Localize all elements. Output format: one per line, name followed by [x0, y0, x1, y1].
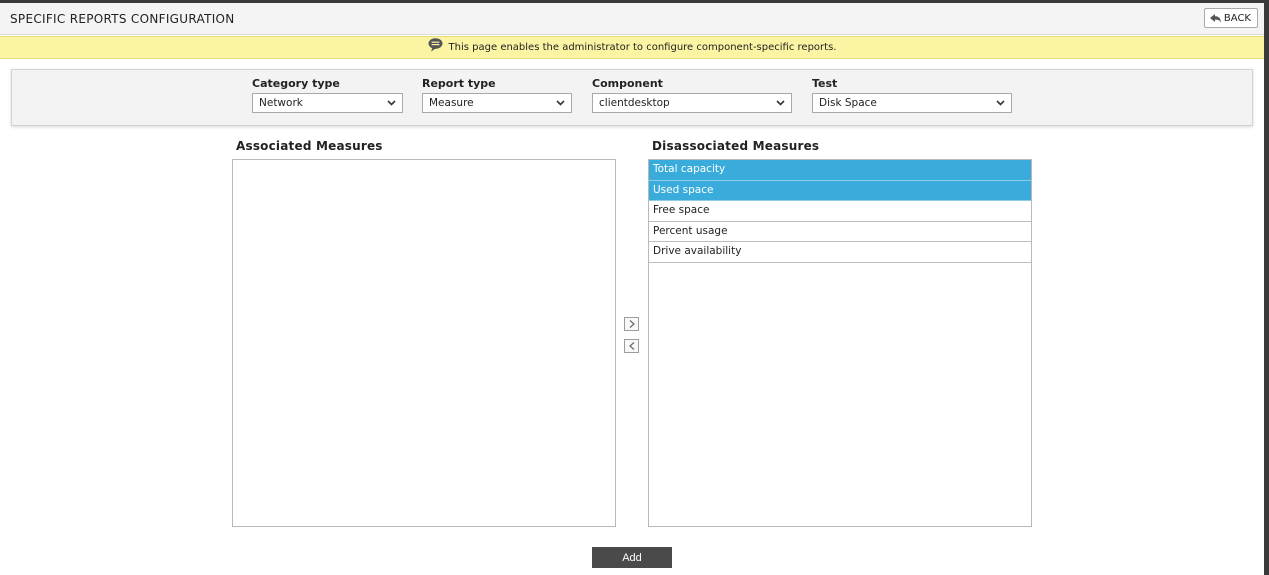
list-item[interactable]: Free space [649, 201, 1031, 222]
category-type-select[interactable]: Network [252, 93, 403, 113]
move-right-button[interactable] [624, 317, 639, 331]
list-item[interactable]: Percent usage [649, 222, 1031, 243]
chevron-down-icon [387, 100, 396, 106]
add-button[interactable]: Add [592, 547, 672, 568]
component-value: clientdesktop [599, 97, 670, 109]
component-select[interactable]: clientdesktop [592, 93, 792, 113]
component-label: Component [592, 77, 663, 90]
move-left-button[interactable] [624, 339, 639, 353]
associated-measures-title: Associated Measures [236, 139, 383, 153]
info-message: This page enables the administrator to c… [448, 42, 837, 53]
page-title: SPECIFIC REPORTS CONFIGURATION [10, 12, 235, 26]
chevron-left-icon [628, 342, 634, 350]
chevron-down-icon [996, 100, 1005, 106]
chevron-down-icon [776, 100, 785, 106]
back-arrow-icon [1209, 13, 1221, 22]
chevron-down-icon [556, 100, 565, 106]
speech-bubble-icon [428, 37, 443, 51]
list-item[interactable]: Used space [649, 180, 1031, 202]
category-type-filter: Category type Network [252, 77, 403, 113]
category-type-value: Network [259, 97, 303, 109]
back-button[interactable]: BACK [1203, 8, 1258, 28]
test-value: Disk Space [819, 97, 877, 109]
report-type-label: Report type [422, 77, 496, 90]
list-item[interactable]: Drive availability [649, 242, 1031, 263]
associated-measures-list[interactable] [232, 159, 616, 527]
category-type-label: Category type [252, 77, 340, 90]
test-select[interactable]: Disk Space [812, 93, 1012, 113]
window-frame-right [1264, 0, 1269, 575]
list-item[interactable]: Total capacity [649, 160, 1031, 181]
disassociated-measures-title: Disassociated Measures [652, 139, 820, 153]
info-banner: This page enables the administrator to c… [0, 36, 1264, 59]
report-type-value: Measure [429, 97, 474, 109]
filter-panel: Category type Network Report type Measur… [11, 69, 1253, 126]
test-filter: Test Disk Space [812, 77, 1012, 113]
back-button-label: BACK [1223, 12, 1251, 24]
page-header: SPECIFIC REPORTS CONFIGURATION BACK [0, 3, 1264, 35]
report-type-filter: Report type Measure [422, 77, 572, 113]
chevron-right-icon [629, 320, 635, 328]
component-filter: Component clientdesktop [592, 77, 792, 113]
test-label: Test [812, 77, 838, 90]
disassociated-measures-list[interactable]: Total capacity Used space Free space Per… [648, 159, 1032, 527]
report-type-select[interactable]: Measure [422, 93, 572, 113]
